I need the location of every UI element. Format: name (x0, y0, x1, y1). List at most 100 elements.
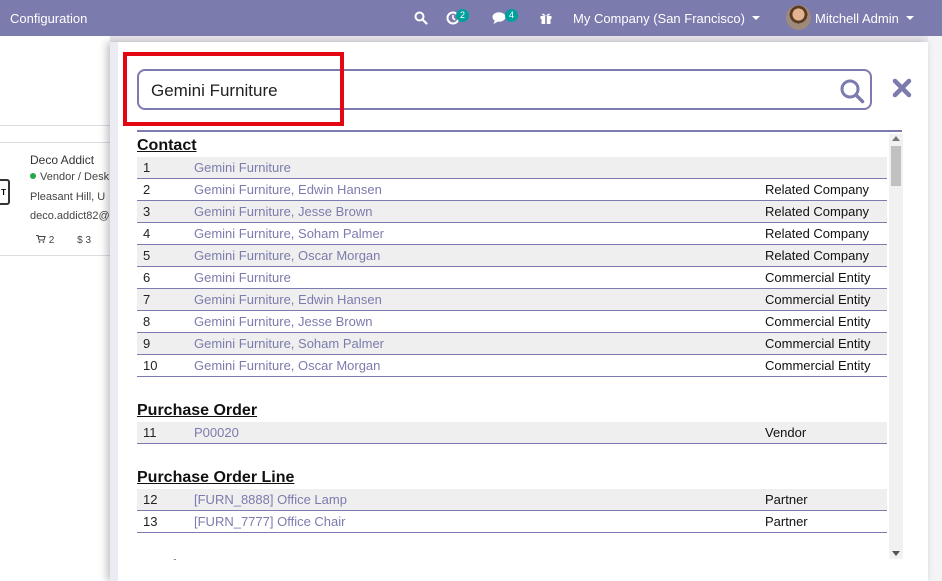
row-number: 7 (143, 292, 151, 307)
result-section: Purchase Report (137, 533, 887, 560)
company-name: My Company (San Francisco) (573, 11, 745, 26)
relation-label: Vendor (765, 425, 807, 440)
row-number: 5 (143, 248, 151, 263)
chevron-down-icon (751, 16, 760, 20)
dollar-icon: $ 3 (77, 235, 92, 246)
search-input[interactable] (151, 80, 801, 102)
result-row[interactable]: 5 Gemini Furniture, Oscar Morgan Related C… (137, 245, 887, 267)
activity-count-badge: 2 (456, 9, 470, 22)
scrollbar-thumb[interactable] (891, 146, 901, 186)
row-number: 13 (143, 514, 158, 529)
row-number: 11 (143, 425, 157, 440)
result-row[interactable]: 9 Gemini Furniture, Soham Palmer Commercia… (137, 333, 887, 355)
section-rows: 11 P00020 Vendor (137, 422, 887, 444)
section-rows: 12 [FURN_8888] Office Lamp Partner 13 [FURN_… (137, 489, 887, 533)
scroll-down-arrow[interactable] (892, 551, 900, 556)
kanban-card[interactable]: T Deco Addict Vendor / Desk Pleasant Hil… (0, 142, 110, 256)
result-row[interactable]: 8 Gemini Furniture, Jesse Brown Commercial… (137, 311, 887, 333)
result-link[interactable]: Gemini Furniture, Edwin Hansen (194, 179, 382, 200)
close-icon[interactable] (891, 77, 913, 99)
cart-icon: 2 (36, 234, 67, 246)
result-link[interactable]: Gemini Furniture, Edwin Hansen (194, 289, 382, 310)
relation-label: Commercial Entity (765, 314, 871, 329)
row-number: 2 (143, 182, 151, 197)
search-box (137, 69, 872, 110)
result-link[interactable]: Gemini Furniture, Jesse Brown (194, 311, 372, 332)
result-row[interactable]: 7 Gemini Furniture, Edwin Hansen Commercia… (137, 289, 887, 311)
row-number: 4 (143, 226, 151, 241)
card-stats: 2 $ 3 (36, 234, 111, 246)
relation-label: Related Company (765, 226, 870, 241)
section-rows: 1 Gemini Furniture 2 Gemini Furniture, Edwi… (137, 157, 887, 377)
results-list: Contact 1 Gemini Furniture 2 Gemini Furnitur… (137, 132, 887, 560)
result-row[interactable]: 13 [FURN_7777] Office Chair Partner (137, 511, 887, 533)
card-tag-label: Vendor / Desk (40, 171, 110, 183)
result-row[interactable]: 12 [FURN_8888] Office Lamp Partner (137, 489, 887, 511)
relation-label: Commercial Entity (765, 292, 871, 307)
result-link[interactable]: Gemini Furniture (194, 267, 291, 288)
card-email: deco.addict82@ (30, 210, 110, 222)
result-row[interactable]: 4 Gemini Furniture, Soham Palmer Related C… (137, 223, 887, 245)
card-tag: Vendor / Desk (30, 171, 109, 183)
card-city: Pleasant Hill, U (30, 191, 106, 203)
app-menu-configuration[interactable]: Configuration (10, 11, 87, 26)
background-page-edge (928, 36, 942, 581)
result-link[interactable]: P00020 (194, 422, 239, 443)
row-number: 9 (143, 336, 151, 351)
section-title: Purchase Order Line (137, 469, 295, 486)
row-number: 8 (143, 314, 151, 329)
result-section: Purchase Order 11 P00020 Vendor (137, 377, 887, 444)
result-row[interactable]: 2 Gemini Furniture, Edwin Hansen Related C… (137, 179, 887, 201)
result-row[interactable]: 3 Gemini Furniture, Jesse Brown Related Co… (137, 201, 887, 223)
search-dialog: Contact 1 Gemini Furniture 2 Gemini Furnitur… (110, 42, 928, 581)
user-name: Mitchell Admin (815, 11, 899, 26)
row-number: 6 (143, 270, 151, 285)
result-row[interactable]: 11 P00020 Vendor (137, 422, 887, 444)
user-menu[interactable]: Mitchell Admin (815, 11, 914, 26)
company-logo-text: T (1, 187, 6, 197)
dialog-edge (110, 42, 118, 581)
status-dot (30, 173, 36, 179)
result-link[interactable]: Gemini Furniture (194, 157, 291, 178)
result-row[interactable]: 1 Gemini Furniture (137, 157, 887, 179)
result-link[interactable]: Gemini Furniture, Jesse Brown (194, 201, 372, 222)
relation-label: Partner (765, 514, 808, 529)
row-number: 3 (143, 204, 151, 219)
invoices-count: 3 (85, 235, 92, 246)
company-logo: T (0, 179, 10, 205)
relation-label: Related Company (765, 248, 870, 263)
company-switcher[interactable]: My Company (San Francisco) (573, 11, 760, 26)
scrollbar[interactable] (889, 134, 903, 559)
relation-label: Related Company (765, 204, 870, 219)
result-link[interactable]: Gemini Furniture, Oscar Morgan (194, 245, 380, 266)
result-row[interactable]: 6 Gemini Furniture Commercial Entity (137, 267, 887, 289)
section-title: Purchase Report (137, 553, 887, 560)
result-link[interactable]: Gemini Furniture, Soham Palmer (194, 333, 384, 354)
relation-label: Partner (765, 492, 808, 507)
result-row[interactable]: 10 Gemini Furniture, Oscar Morgan Commerci… (137, 355, 887, 377)
relation-label: Related Company (765, 182, 870, 197)
avatar[interactable] (786, 5, 811, 30)
search-icon[interactable] (839, 78, 865, 104)
row-number: 12 (143, 492, 158, 507)
message-count-badge: 4 (505, 9, 519, 22)
result-link[interactable]: Gemini Furniture, Soham Palmer (194, 223, 384, 244)
result-link[interactable]: [FURN_7777] Office Chair (194, 511, 346, 532)
chevron-down-icon (905, 16, 914, 20)
section-title: Contact (137, 137, 197, 154)
row-number: 10 (143, 358, 158, 373)
relation-label: Commercial Entity (765, 336, 871, 351)
gift-icon[interactable] (538, 8, 554, 28)
result-link[interactable]: Gemini Furniture, Oscar Morgan (194, 355, 380, 376)
relation-label: Commercial Entity (765, 270, 871, 285)
search-icon[interactable] (413, 8, 429, 28)
result-link[interactable]: [FURN_8888] Office Lamp (194, 489, 347, 510)
result-section: Contact 1 Gemini Furniture 2 Gemini Furnitur… (137, 132, 887, 377)
row-number: 1 (143, 160, 151, 175)
relation-label: Commercial Entity (765, 358, 871, 373)
scroll-up-arrow[interactable] (892, 136, 900, 141)
card-title: Deco Addict (30, 153, 95, 167)
